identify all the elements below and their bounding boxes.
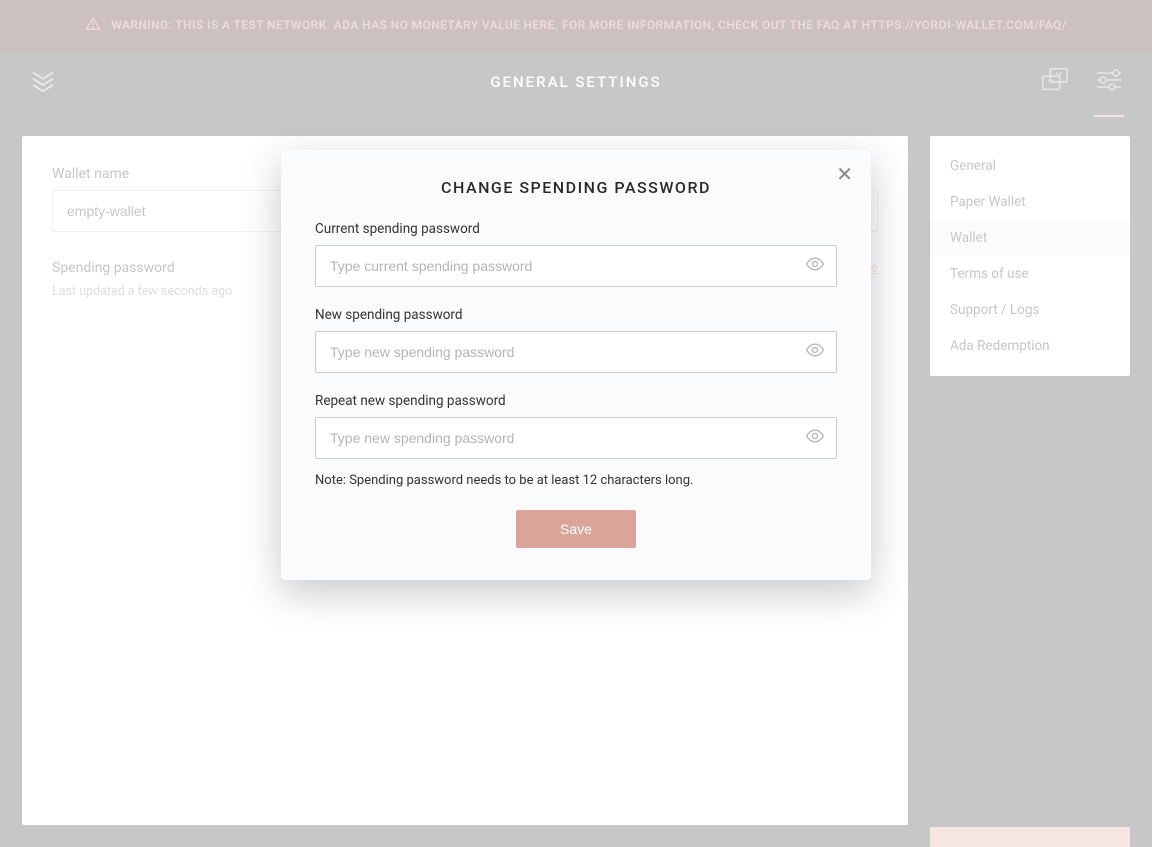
eye-icon[interactable] [805, 426, 825, 450]
repeat-password-input[interactable] [315, 417, 837, 459]
eye-icon[interactable] [805, 254, 825, 278]
current-password-label: Current spending password [315, 221, 837, 237]
change-password-modal: ✕ CHANGE SPENDING PASSWORD Current spend… [281, 150, 871, 580]
current-password-input[interactable] [315, 245, 837, 287]
eye-icon[interactable] [805, 340, 825, 364]
repeat-password-label: Repeat new spending password [315, 393, 837, 409]
password-note: Note: Spending password needs to be at l… [315, 473, 837, 488]
close-icon[interactable]: ✕ [836, 164, 853, 184]
save-button[interactable]: Save [516, 510, 636, 548]
new-password-input[interactable] [315, 331, 837, 373]
new-password-label: New spending password [315, 307, 837, 323]
modal-overlay[interactable]: ✕ CHANGE SPENDING PASSWORD Current spend… [0, 0, 1152, 847]
modal-title: CHANGE SPENDING PASSWORD [315, 178, 837, 197]
